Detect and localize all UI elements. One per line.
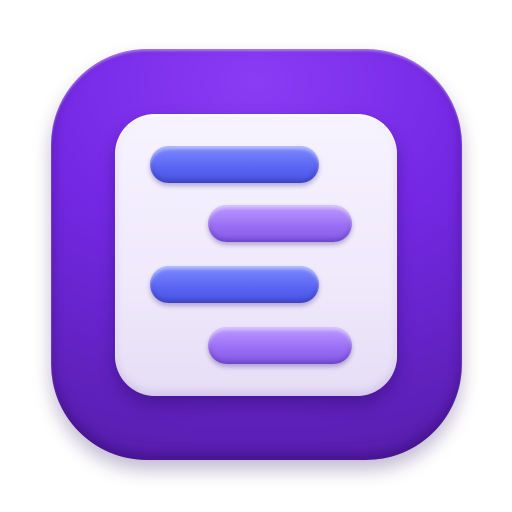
text-line-bar-3 [150,266,319,303]
text-line-bar-1 [150,146,319,183]
icon-canvas [0,0,512,512]
text-line-bar-4 [208,327,352,364]
text-line-bar-2 [208,205,352,242]
